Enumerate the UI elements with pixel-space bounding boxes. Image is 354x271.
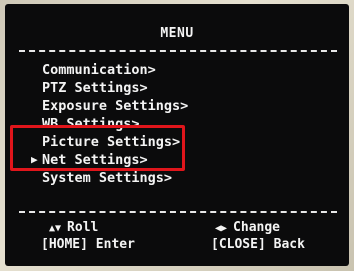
enter-hint: [HOME] Enter xyxy=(41,237,135,252)
red-highlight-box xyxy=(10,125,185,171)
menu-item-system-settings[interactable]: System Settings> xyxy=(42,170,172,186)
menu-item-communication[interactable]: Communication> xyxy=(42,62,156,78)
left-right-arrows-icon: ◀▶ xyxy=(215,223,228,234)
menu-title: MENU xyxy=(160,26,194,41)
bottom-divider xyxy=(19,211,337,213)
change-label: Change xyxy=(233,220,281,235)
roll-label: Roll xyxy=(67,220,99,235)
up-down-arrows-icon: ▲▼ xyxy=(49,223,62,234)
back-hint: [CLOSE] Back xyxy=(211,237,305,252)
top-divider xyxy=(19,50,337,52)
change-hint: ◀▶ Change xyxy=(215,220,280,237)
menu-item-exposure-settings[interactable]: Exposure Settings> xyxy=(42,98,188,114)
roll-hint: ▲▼ Roll xyxy=(49,220,98,237)
menu-item-ptz-settings[interactable]: PTZ Settings> xyxy=(42,80,148,96)
